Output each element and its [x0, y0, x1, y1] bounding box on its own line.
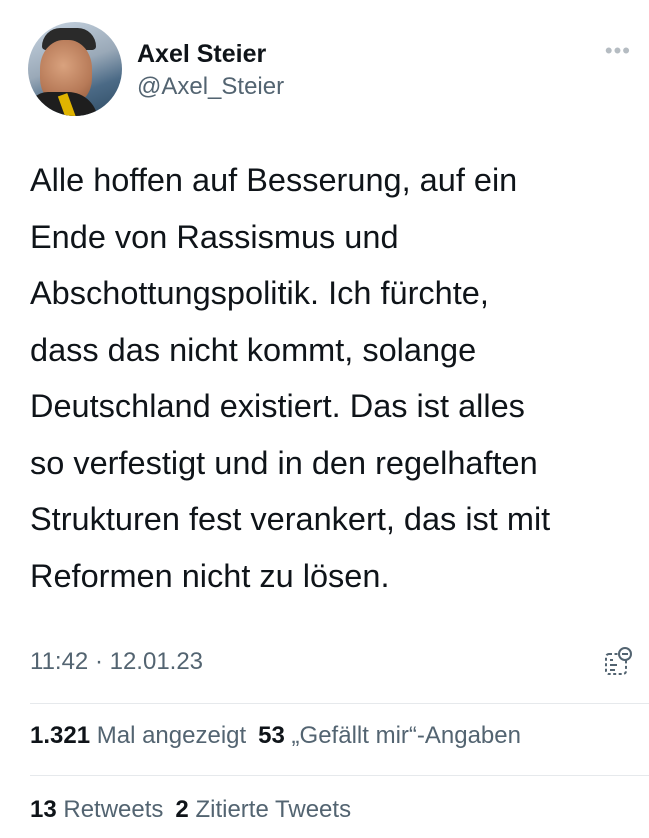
views-label: Mal angezeigt: [96, 722, 247, 749]
views-stat[interactable]: 1.321 Mal angezeigt: [30, 722, 246, 749]
divider: [30, 775, 649, 776]
divider: [30, 703, 649, 704]
quotes-label: Zitierte Tweets: [195, 796, 352, 823]
tweet-line: so verfestigt und in den regelhaften: [30, 444, 538, 481]
tweet-line: Deutschland existiert. Das ist alles: [30, 388, 525, 424]
tweet-timestamp[interactable]: 11:42 · 12.01.23: [30, 648, 203, 676]
tweet-line: dass das nicht kommt, solange: [30, 331, 477, 368]
likes-label: „Gefällt mir“-Angaben: [291, 722, 521, 749]
tweet-line: Abschottungspolitik. Ich fürchte,: [30, 275, 489, 311]
more-options-icon[interactable]: •••: [605, 38, 631, 64]
view-analytics-icon[interactable]: [603, 646, 633, 678]
tweet-line: Ende von Rassismus und: [30, 218, 399, 255]
author-name[interactable]: Axel Steier: [137, 40, 266, 69]
likes-stat[interactable]: 53 „Gefällt mir“-Angaben: [258, 722, 521, 749]
quotes-count: 2: [175, 796, 189, 823]
tweet-text: Alle hoffen auf Besserung, auf ein Ende …: [30, 152, 630, 604]
tweet-line: Reformen nicht zu lösen.: [30, 557, 390, 594]
retweets-stat[interactable]: 13 Retweets: [30, 796, 163, 823]
avatar[interactable]: [28, 22, 122, 116]
author-handle[interactable]: @Axel_Steier: [137, 73, 284, 101]
retweets-count: 13: [30, 796, 57, 823]
quotes-stat[interactable]: 2 Zitierte Tweets: [175, 796, 351, 823]
stats-row-views-likes: 1.321 Mal angezeigt 53 „Gefällt mir“-Anga…: [30, 722, 521, 750]
tweet-line: Alle hoffen auf Besserung, auf ein: [30, 162, 518, 198]
retweets-label: Retweets: [63, 796, 164, 823]
views-count: 1.321: [30, 722, 91, 749]
tweet-line: Strukturen fest verankert, das ist mit: [30, 501, 551, 537]
likes-count: 53: [258, 722, 285, 749]
stats-row-retweets-quotes: 13 Retweets 2 Zitierte Tweets: [30, 796, 351, 824]
